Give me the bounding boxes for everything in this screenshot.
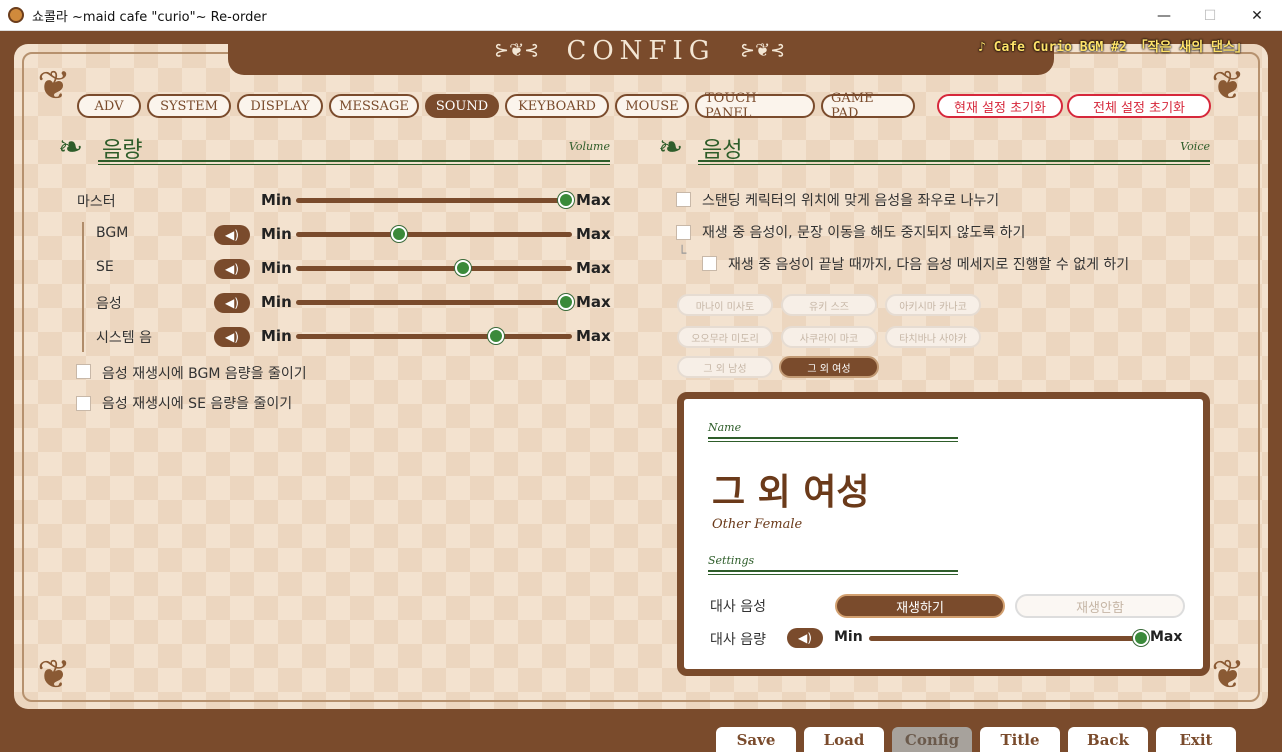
now-playing-bgm: ♪ Cafe Curio BGM #2 「작은 새의 댄스」 xyxy=(978,40,1248,55)
max-label: Max xyxy=(576,225,611,243)
tab-mouse[interactable]: MOUSE xyxy=(615,94,689,118)
dialogue-volume-slider[interactable] xyxy=(869,636,1149,641)
voice-section-header: ❧ 음성 Voice xyxy=(658,130,1210,166)
se-label: SE xyxy=(96,259,114,275)
reduce-bgm-checkbox[interactable] xyxy=(76,364,91,379)
save-button[interactable]: Save xyxy=(716,727,796,752)
title-button[interactable]: Title xyxy=(980,727,1060,752)
divider xyxy=(708,570,958,575)
min-label: Min xyxy=(261,191,292,209)
back-button[interactable]: Back xyxy=(1068,727,1148,752)
max-label: Max xyxy=(576,327,611,345)
dialogue-speaker-icon[interactable]: ◀) xyxy=(787,628,823,648)
reset-all-button[interactable]: 전체 설정 초기화 xyxy=(1067,94,1211,118)
reset-current-button[interactable]: 현재 설정 초기화 xyxy=(937,94,1063,118)
max-label: Max xyxy=(576,259,611,277)
stereo-voice-label: 스탠딩 케릭터의 위치에 맞게 음성을 좌우로 나누기 xyxy=(702,193,1000,209)
system-sound-label: 시스템 음 xyxy=(96,330,152,346)
voice-subtitle: Voice xyxy=(1180,140,1210,153)
reduce-se-label: 음성 재생시에 SE 음량을 줄이기 xyxy=(102,396,293,412)
character-chip[interactable]: 아키시마 카나코 xyxy=(885,294,981,316)
voice-slider-thumb[interactable] xyxy=(558,294,574,310)
max-label: Max xyxy=(1150,629,1183,645)
leaf-ornament-icon: ❧ xyxy=(658,130,684,165)
leaf-ornament-icon: ❧ xyxy=(58,130,84,165)
bgm-slider-thumb[interactable] xyxy=(390,226,407,242)
mute-voice-button[interactable]: 재생안함 xyxy=(1015,594,1185,618)
character-chip[interactable]: 마나이 미사토 xyxy=(677,294,773,316)
dialogue-volume-slider-thumb[interactable] xyxy=(1133,630,1149,646)
voice-speaker-icon[interactable]: ◀) xyxy=(214,293,250,313)
keep-voice-checkbox[interactable] xyxy=(676,225,691,240)
system-sound-slider-thumb[interactable] xyxy=(487,328,504,344)
load-button[interactable]: Load xyxy=(804,727,884,752)
exit-button[interactable]: Exit xyxy=(1156,727,1236,752)
tab-sound[interactable]: SOUND xyxy=(425,94,499,118)
character-chip[interactable]: 유키 스즈 xyxy=(781,294,877,316)
se-slider[interactable] xyxy=(296,266,572,271)
bgm-speaker-icon[interactable]: ◀) xyxy=(214,225,250,245)
minimize-button[interactable]: — xyxy=(1141,0,1187,31)
divider xyxy=(98,160,610,165)
voice-slider[interactable] xyxy=(296,300,572,305)
max-label: Max xyxy=(576,191,611,209)
wait-voice-checkbox[interactable] xyxy=(702,256,717,271)
character-name: 그 외 여성 xyxy=(712,471,870,513)
wait-voice-label: 재생 중 음성이 끝날 때까지, 다음 음성 메세지로 진행할 수 없게 하기 xyxy=(728,257,1130,273)
tab-message[interactable]: MESSAGE xyxy=(329,94,419,118)
tab-keyboard[interactable]: KEYBOARD xyxy=(505,94,609,118)
close-button[interactable]: ✕ xyxy=(1234,0,1280,31)
keep-voice-label: 재생 중 음성이, 문장 이동을 해도 중지되지 않도록 하기 xyxy=(702,225,1026,241)
max-label: Max xyxy=(576,293,611,311)
reduce-bgm-label: 음성 재생시에 BGM 음량을 줄이기 xyxy=(102,366,307,382)
tab-adv[interactable]: ADV xyxy=(77,94,141,118)
name-heading: Name xyxy=(708,421,742,434)
tab-touch-panel[interactable]: TOUCH PANEL xyxy=(695,91,815,121)
min-label: Min xyxy=(261,259,292,277)
bgm-label: BGM xyxy=(96,225,129,241)
maximize-button[interactable]: ☐ xyxy=(1187,0,1233,31)
tab-system[interactable]: SYSTEM xyxy=(147,94,231,118)
system-sound-slider[interactable] xyxy=(296,334,572,339)
voice-volume-label: 음성 xyxy=(96,296,122,312)
master-slider-thumb[interactable] xyxy=(558,192,574,208)
character-name-en: Other Female xyxy=(712,517,803,532)
corner-ornament-icon: ❦ xyxy=(37,652,71,698)
config-button[interactable]: Config xyxy=(892,727,972,752)
volume-section-header: ❧ 음량 Volume xyxy=(58,130,610,166)
character-voice-card: Name 그 외 여성 Other Female Settings 대사 음성 … xyxy=(677,392,1210,676)
min-label: Min xyxy=(261,293,292,311)
flourish-right-icon: ⊱❦⊰ xyxy=(740,40,786,61)
se-speaker-icon[interactable]: ◀) xyxy=(214,259,250,279)
config-tabs: ADV SYSTEM DISPLAY MESSAGE SOUND KEYBOAR… xyxy=(77,91,915,121)
min-label: Min xyxy=(834,629,863,645)
min-label: Min xyxy=(261,225,292,243)
reduce-se-checkbox[interactable] xyxy=(76,396,91,411)
volume-group-line xyxy=(82,222,84,352)
tab-display[interactable]: DISPLAY xyxy=(237,94,323,118)
character-chip[interactable]: 타치바나 사야카 xyxy=(885,326,981,348)
character-chip[interactable]: 사쿠라이 마코 xyxy=(781,326,877,348)
tab-game-pad[interactable]: GAME PAD xyxy=(821,91,915,121)
master-slider[interactable] xyxy=(296,198,572,203)
divider xyxy=(708,437,958,442)
volume-subtitle: Volume xyxy=(568,140,610,153)
system-speaker-icon[interactable]: ◀) xyxy=(214,327,250,347)
character-chip[interactable]: 그 외 남성 xyxy=(677,356,773,378)
min-label: Min xyxy=(261,327,292,345)
divider xyxy=(698,160,1210,165)
character-chip-selected[interactable]: 그 외 여성 xyxy=(779,356,879,378)
play-voice-button[interactable]: 재생하기 xyxy=(835,594,1005,618)
sub-option-connector-icon: └ xyxy=(678,246,687,262)
character-chip[interactable]: 오오무라 미도리 xyxy=(677,326,773,348)
settings-heading: Settings xyxy=(708,554,755,567)
master-label: 마스터 xyxy=(77,194,116,210)
window-titlebar: 쇼콜라 ~maid cafe "curio"~ Re-order — ☐ ✕ xyxy=(0,0,1282,31)
stereo-voice-checkbox[interactable] xyxy=(676,192,691,207)
window-title: 쇼콜라 ~maid cafe "curio"~ Re-order xyxy=(32,9,267,25)
bgm-slider[interactable] xyxy=(296,232,572,237)
dialogue-voice-label: 대사 음성 xyxy=(710,599,766,615)
app-icon xyxy=(8,7,24,23)
dialogue-volume-label: 대사 음량 xyxy=(710,632,766,648)
